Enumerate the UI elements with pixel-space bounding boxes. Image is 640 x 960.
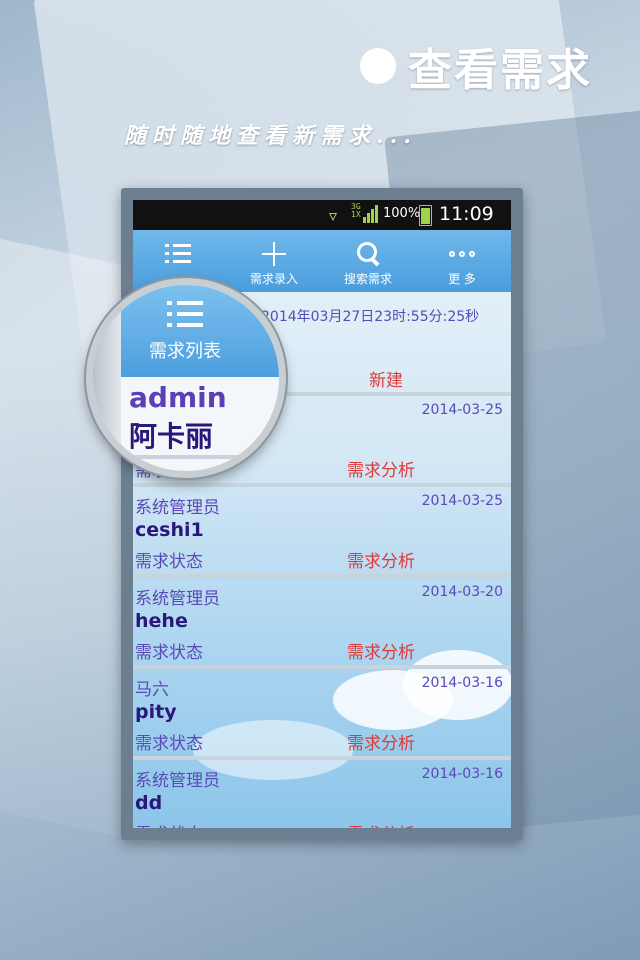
item-name: pity — [135, 701, 177, 723]
item-status-label: 需求状态 — [135, 643, 203, 663]
item-status-value: 需求分析 — [347, 734, 415, 754]
item-owner: 系统管理员 — [135, 498, 220, 518]
network-1x: 1X — [351, 210, 361, 219]
list-item[interactable]: 马六 2014-03-16 pity 需求状态 需求分析 — [133, 665, 511, 757]
item-owner: 系统管理员 — [135, 771, 220, 791]
item-name: ceshi1 — [135, 519, 204, 541]
magnifier-lens: 需求列表 admin 阿卡丽 — [86, 278, 286, 478]
item-date: 2014-03-25 — [421, 402, 503, 418]
tab-label: 搜索需求 — [343, 272, 392, 286]
item-date: 2014-03-20 — [421, 584, 503, 600]
promo-title: 查看需求 — [408, 45, 592, 96]
status-bar: ▿ 3G 1X 100% 11:09 — [133, 200, 511, 230]
magnified-item-name: admin — [129, 381, 227, 414]
search-icon — [353, 240, 383, 267]
item-status-label: 需求状态 — [135, 734, 203, 754]
list-item[interactable]: 系统管理员 2014-03-16 dd 需求状态 需求分析 — [133, 756, 511, 828]
tab-search-requirement[interactable]: 搜索需求 — [321, 230, 415, 292]
item-date: 2014-03-25 — [421, 493, 503, 509]
battery-icon — [419, 205, 432, 226]
plus-icon — [259, 240, 289, 266]
list-item[interactable]: 系统管理员 2014-03-25 ceshi1 需求状态 需求分析 — [133, 483, 511, 575]
clock: 11:09 — [439, 203, 494, 225]
wifi-icon: ▿ — [329, 206, 338, 225]
item-status-value: 需求分析 — [347, 820, 415, 828]
title-bullet — [360, 48, 396, 84]
item-name: hehe — [135, 610, 188, 632]
refresh-timestamp: 2014年03月27日23时:55分:25秒 — [261, 309, 480, 325]
item-status-value: 需求分析 — [347, 461, 415, 481]
item-owner: 系统管理员 — [135, 589, 220, 609]
item-date: 2014-03-16 — [421, 675, 503, 691]
tab-add-requirement[interactable]: 需求录入 — [227, 230, 321, 292]
tab-more[interactable]: 更 多 — [415, 230, 509, 292]
status-badge: 新建 — [369, 371, 403, 391]
item-owner: 马六 — [135, 680, 169, 700]
network-type: 3G 1X — [351, 203, 361, 219]
list-icon — [167, 299, 207, 329]
magnified-item-owner: 阿卡丽 — [129, 420, 214, 453]
item-status-label: 需求状态 — [135, 552, 203, 572]
magnified-tab-label: 需求列表 — [149, 341, 221, 362]
list-icon — [165, 240, 195, 266]
item-status-value: 需求分析 — [347, 552, 415, 572]
item-status-label: 需求状态 — [135, 820, 203, 828]
item-status-value: 需求分析 — [347, 643, 415, 663]
item-date: 2014-03-16 — [421, 766, 503, 782]
battery-percent: 100% — [383, 206, 421, 221]
more-icon — [447, 240, 477, 266]
promo-subtitle: 随时随地查看新需求... — [124, 123, 417, 149]
item-name: dd — [135, 792, 163, 814]
tab-label: 更 多 — [448, 272, 476, 286]
lens-rim — [93, 285, 121, 471]
list-item[interactable]: 系统管理员 2014-03-20 hehe 需求状态 需求分析 — [133, 574, 511, 666]
signal-icon — [363, 205, 379, 223]
